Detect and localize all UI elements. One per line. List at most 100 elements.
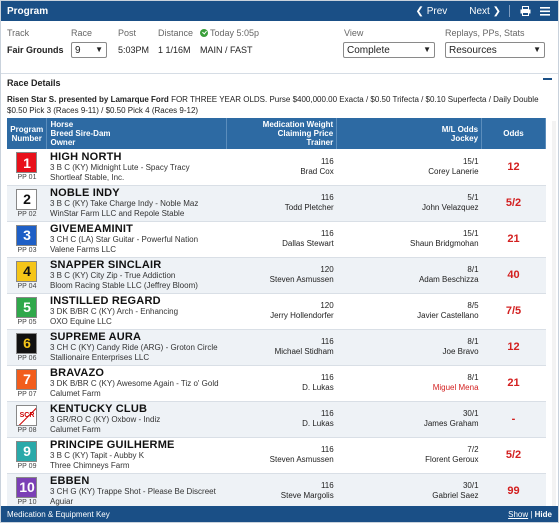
horse-name[interactable]: EBBEN [50, 475, 224, 487]
weight: 116 [320, 445, 334, 454]
live-odds: 12 [507, 341, 520, 353]
next-label: Next [469, 5, 490, 17]
live-odds: 12 [507, 160, 520, 173]
horse-cell: SUPREME AURA 3 CH C (KY) Candy Ride (ARG… [47, 329, 227, 365]
resources-select-value: Resources [449, 44, 497, 56]
today-status: Today 5:05p [200, 28, 259, 38]
weight: 116 [320, 337, 334, 346]
program-cell: 5 PP 05 [7, 293, 47, 329]
owner: Calumet Farm [49, 425, 101, 434]
jockey-cell: 30/1 James Graham [337, 401, 482, 437]
program-cell: SCR PP 08 [7, 401, 47, 437]
owner: Valene Farms LLC [49, 245, 117, 254]
print-icon[interactable] [518, 4, 532, 18]
horse-name[interactable]: HIGH NORTH [50, 151, 224, 163]
race-details-heading: Race Details [7, 78, 61, 88]
program-cell: 6 PP 06 [7, 329, 47, 365]
chevron-down-icon: ▼ [95, 45, 103, 54]
ml-odds: 7/2 [467, 445, 479, 454]
program-cell: 1 PP 01 [7, 149, 47, 185]
trainer: Steve Margolis [280, 491, 334, 500]
weight: 116 [320, 229, 334, 238]
horse-name[interactable]: BRAVAZO [50, 367, 224, 379]
ml-odds: 15/1 [462, 156, 479, 166]
weight: 120 [320, 301, 334, 310]
post-position: PP 08 [17, 426, 37, 434]
jockey: Florent Geroux [425, 455, 479, 464]
distance-value: 1 1/16M [158, 45, 191, 55]
post-position: PP 09 [17, 462, 37, 470]
table-row[interactable]: 5 PP 05 INSTILLED REGARD 3 DK B/BR C (KY… [7, 293, 546, 329]
resources-select[interactable]: Resources ▼ [445, 42, 545, 58]
horse-name[interactable]: INSTILLED REGARD [50, 295, 224, 307]
table-row[interactable]: 10 PP 10 EBBEN 3 CH G (KY) Trappe Shot -… [7, 473, 546, 509]
post-position: PP 06 [17, 354, 37, 362]
horse-cell: SNAPPER SINCLAIR 3 B C (KY) City Zip - T… [47, 257, 227, 293]
table-row[interactable]: SCR PP 08 KENTUCKY CLUB 3 GR/RO C (KY) O… [7, 401, 546, 437]
post-value: 5:03PM [118, 45, 150, 55]
program-number-badge: 7 [16, 368, 38, 390]
table-row[interactable]: 9 PP 09 PRINCIPE GUILHERME 3 B C (KY) Ta… [7, 437, 546, 473]
jockey: Gabriel Saez [432, 491, 479, 500]
horse-name[interactable]: NOBLE INDY [50, 187, 224, 199]
post-position: PP 10 [17, 498, 37, 506]
horse-name[interactable]: GIVEMEAMINIT [50, 223, 224, 235]
trainer: D. Lukas [302, 419, 334, 428]
trainer: Todd Pletcher [284, 203, 334, 212]
post-label: Post [118, 28, 137, 38]
table-row[interactable]: 3 PP 03 GIVEMEAMINIT 3 CH C (LA) Star Gu… [7, 221, 546, 257]
table-row[interactable]: 7 PP 07 BRAVAZO 3 DK B/BR C (KY) Awesome… [7, 365, 546, 401]
owner: Calumet Farm [49, 389, 101, 398]
breed-sire-dam: 3 CH G (KY) Trappe Shot - Please Be Disc… [49, 487, 216, 496]
trainer-cell: 120 Jerry Hollendorfer [227, 293, 337, 329]
horse-cell: GIVEMEAMINIT 3 CH C (LA) Star Guitar - P… [47, 221, 227, 257]
jockey: Adam Beschizza [418, 275, 479, 284]
menu-icon[interactable] [538, 4, 552, 18]
scrollbar[interactable] [552, 121, 556, 516]
trainer-cell: 116 D. Lukas [227, 365, 337, 401]
owner: Bloom Racing Stable LLC (Jeffrey Bloom) [49, 281, 198, 290]
ml-odds: 8/5 [467, 301, 479, 310]
race-select-value: 9 [75, 44, 81, 56]
race-nav: ❮ Prev Next ❯ [416, 4, 552, 18]
owner: Three Chimneys Farm [49, 461, 130, 470]
today-label: Today 5:05p [210, 28, 260, 38]
col-horse: Horse Breed Sire-Dam Owner [46, 118, 228, 149]
horse-cell: KENTUCKY CLUB 3 GR/RO C (KY) Oxbow - Ind… [47, 401, 227, 437]
show-link[interactable]: Show [508, 510, 528, 519]
hide-link[interactable]: Hide [535, 510, 552, 519]
program-header: Program ❮ Prev Next ❯ [1, 1, 558, 21]
col-ml-odds: M/L Odds Jockey [336, 118, 483, 149]
horse-cell: EBBEN 3 CH G (KY) Trappe Shot - Please B… [47, 473, 227, 509]
horse-name[interactable]: PRINCIPE GUILHERME [50, 439, 224, 451]
jockey-cell: 15/1 Shaun Bridgmohan [337, 221, 482, 257]
program-number-badge: 4 [16, 260, 38, 282]
race-name: Risen Star S. presented by Lamarque Ford [7, 95, 169, 104]
program-cell: 3 PP 03 [7, 221, 47, 257]
race-select[interactable]: 9 ▼ [71, 42, 107, 58]
horse-name[interactable]: SUPREME AURA [50, 331, 224, 343]
collapse-icon[interactable] [543, 78, 552, 80]
live-odds: 99 [507, 485, 520, 497]
breed-sire-dam: 3 CH C (KY) Candy Ride (ARG) - Groton Ci… [49, 343, 218, 352]
horse-name[interactable]: KENTUCKY CLUB [50, 403, 224, 415]
race-details-text: Risen Star S. presented by Lamarque Ford… [7, 94, 552, 116]
table-row[interactable]: 2 PP 02 NOBLE INDY 3 B C (KY) Take Charg… [7, 185, 546, 221]
jockey-cell: 8/1 Miguel Mena [337, 365, 482, 401]
trainer: Steven Asmussen [269, 275, 334, 284]
trainer: Jerry Hollendorfer [270, 311, 334, 320]
table-row[interactable]: 1 PP 01 HIGH NORTH 3 B C (KY) Midnight L… [7, 149, 546, 185]
table-row[interactable]: 6 PP 06 SUPREME AURA 3 CH C (KY) Candy R… [7, 329, 546, 365]
jockey-cell: 8/5 Javier Castellano [337, 293, 482, 329]
trainer-cell: 116 Steve Margolis [227, 473, 337, 509]
owner: OXO Equine LLC [49, 317, 112, 326]
next-button[interactable]: Next ❯ [469, 6, 501, 17]
col-odds: Odds [481, 118, 546, 149]
table-row[interactable]: 4 PP 04 SNAPPER SINCLAIR 3 B C (KY) City… [7, 257, 546, 293]
horse-name[interactable]: SNAPPER SINCLAIR [50, 259, 224, 271]
view-select[interactable]: Complete ▼ [343, 42, 435, 58]
post-position: PP 04 [17, 282, 37, 290]
weight: 116 [320, 409, 334, 418]
prev-button[interactable]: ❮ Prev [416, 6, 448, 17]
owner: WinStar Farm LLC and Repole Stable [49, 209, 185, 218]
